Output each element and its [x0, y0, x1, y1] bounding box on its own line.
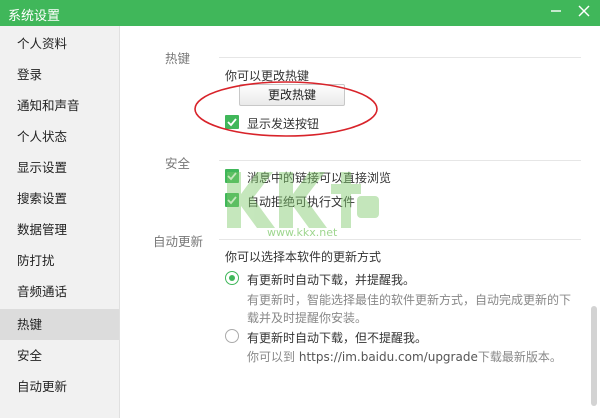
sidebar-item-notifications[interactable]: 通知和声音 [0, 90, 119, 121]
settings-sidebar: 个人资料 登录 通知和声音 个人状态 显示设置 搜索设置 数据管理 防打扰 音频… [0, 26, 120, 418]
sidebar-item-hotkeys[interactable]: 热键 [0, 309, 119, 340]
watermark-text: www.kkx.net [267, 226, 338, 238]
auto-update-hint: 你可以选择本软件的更新方式 [225, 250, 382, 264]
watermark-logo: www.kkx.net [227, 172, 379, 238]
sidebar-item-display[interactable]: 显示设置 [0, 152, 119, 183]
scrollbar-thumb[interactable] [591, 306, 597, 406]
auto-update-silent-label: 有更新时自动下载，但不提醒我。 [247, 331, 428, 345]
sidebar-item-audio-call[interactable]: 音频通话 [0, 276, 119, 307]
minimize-icon[interactable] [546, 3, 566, 23]
auto-update-section-label: 自动更新 [153, 234, 204, 249]
close-icon[interactable] [574, 3, 594, 23]
silent-desc-suffix: 下载最新版本。 [477, 350, 562, 364]
upgrade-link[interactable]: https://im.baidu.com/upgrade [299, 350, 478, 364]
auto-update-silent-desc: 你可以到 https://im.baidu.com/upgrade下载最新版本。 [247, 348, 562, 365]
window-title: 系统设置 [8, 9, 61, 24]
security-section-label: 安全 [165, 156, 191, 171]
auto-update-notify-label: 有更新时自动下载，并提醒我。 [247, 273, 416, 287]
sidebar-item-data[interactable]: 数据管理 [0, 214, 119, 245]
settings-content: 热键 你可以更改热键 更改热键 显示发送按钮 安全 消息中的链接可以直接浏览 自… [121, 26, 600, 418]
title-bar: 系统设置 [0, 0, 600, 26]
sidebar-item-login[interactable]: 登录 [0, 59, 119, 90]
auto-update-notify-desc-line2: 载并及时提醒你安装。 [247, 311, 368, 325]
security-section-divider [219, 160, 581, 161]
sidebar-item-profile[interactable]: 个人资料 [0, 28, 119, 59]
hotkey-section-divider [219, 57, 581, 58]
auto-update-silent-radio[interactable] [225, 329, 239, 343]
silent-desc-prefix: 你可以到 [247, 350, 296, 364]
sidebar-item-auto-update[interactable]: 自动更新 [0, 371, 119, 402]
sidebar-item-search[interactable]: 搜索设置 [0, 183, 119, 214]
auto-update-notify-desc-line1: 有更新时，智能选择最佳的软件更新方式，自动完成更新的下 [247, 293, 572, 307]
auto-update-section-divider [219, 239, 581, 240]
hotkey-section-label: 热键 [165, 51, 191, 66]
annotation-ellipse [194, 81, 378, 137]
sidebar-item-do-not-disturb[interactable]: 防打扰 [0, 245, 119, 276]
sidebar-item-security[interactable]: 安全 [0, 340, 119, 371]
auto-update-notify-radio[interactable] [225, 271, 239, 285]
sidebar-item-status[interactable]: 个人状态 [0, 121, 119, 152]
